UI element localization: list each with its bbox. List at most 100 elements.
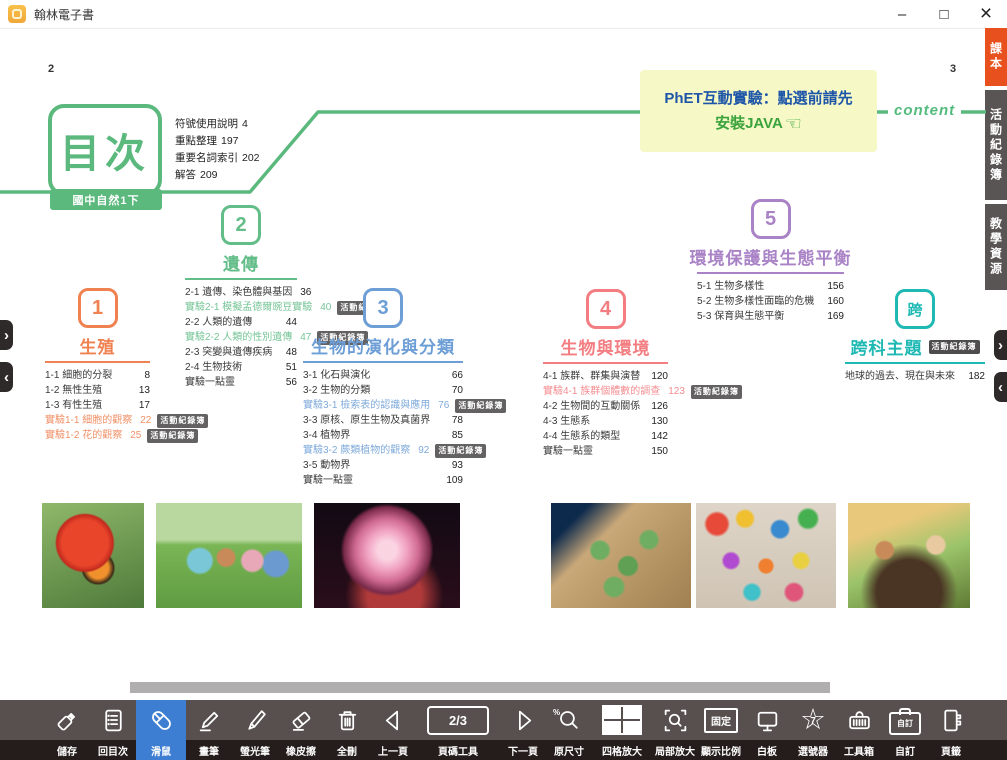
maximize-button[interactable]: □ bbox=[923, 0, 965, 28]
activity-badge[interactable]: 活動紀錄簿 bbox=[157, 414, 208, 428]
partial-zoom-button[interactable]: 局部放大 bbox=[652, 700, 698, 760]
chapter-3-number-box[interactable]: 3 bbox=[363, 288, 403, 328]
toc-item[interactable]: 4-2 生物間的互動關係126 bbox=[543, 399, 668, 414]
toc-item[interactable]: 2-2 人類的遺傳44 bbox=[185, 315, 297, 330]
custom-button[interactable]: 自訂 自訂 bbox=[882, 700, 928, 760]
toolbar-spacer bbox=[974, 700, 1007, 760]
save-button[interactable]: 儲存 bbox=[44, 700, 90, 760]
page-tab-button[interactable]: 頁籤 bbox=[928, 700, 974, 760]
front-matter-item[interactable]: 符號使用說明4 bbox=[175, 116, 260, 133]
toolbar-drag-handle[interactable] bbox=[130, 682, 830, 693]
chapter-4-title[interactable]: 生物與環境 bbox=[543, 334, 668, 359]
eraser-icon bbox=[288, 707, 315, 734]
toc-item[interactable]: 1-2 無性生殖13 bbox=[45, 383, 150, 398]
toc-title-box: 目次 bbox=[48, 104, 162, 196]
four-grid-icon bbox=[602, 705, 642, 735]
custom-case-icon: 自訂 bbox=[889, 712, 921, 735]
toc-item[interactable]: 3-5 動物界93 bbox=[303, 458, 463, 473]
toc-item[interactable]: 4-3 生態系130 bbox=[543, 414, 668, 429]
front-matter-item[interactable]: 重要名詞索引202 bbox=[175, 150, 260, 167]
chapter-3-title[interactable]: 生物的演化與分類 bbox=[303, 333, 463, 358]
toc-item[interactable]: 3-2 生物的分類70 bbox=[303, 383, 463, 398]
pen-tool-button[interactable]: 畫筆 bbox=[186, 700, 232, 760]
window-title: 翰林電子書 bbox=[34, 6, 94, 23]
chapter-5-number-box[interactable]: 5 bbox=[751, 199, 791, 239]
left-edge-prev-arrow[interactable]: ‹ bbox=[0, 362, 13, 392]
toc-item[interactable]: 1-1 細胞的分裂8 bbox=[45, 368, 150, 383]
toc-item[interactable]: 4-4 生態系的類型142 bbox=[543, 429, 668, 444]
toc-item[interactable]: 1-3 有性生殖17 bbox=[45, 398, 150, 413]
tab-activity-record-book[interactable]: 活動紀錄簿 bbox=[985, 90, 1007, 200]
original-size-button[interactable]: % 原尺寸 bbox=[546, 700, 592, 760]
partial-zoom-icon bbox=[662, 707, 689, 734]
activity-badge[interactable]: 活動紀錄簿 bbox=[691, 385, 742, 399]
previous-page-button[interactable]: 上一頁 bbox=[370, 700, 416, 760]
next-page-icon bbox=[510, 707, 537, 734]
toc-item[interactable]: 3-3 原核、原生生物及真菌界78 bbox=[303, 413, 463, 428]
mouse-tool-button[interactable]: 滑鼠 bbox=[136, 700, 186, 760]
activity-badge[interactable]: 活動紀錄簿 bbox=[455, 399, 506, 413]
activity-badge[interactable]: 活動紀錄簿 bbox=[435, 444, 486, 458]
photo-microscopic-cells bbox=[551, 503, 691, 608]
bottom-toolbar: 儲存 回目次 滑鼠 畫筆 螢光筆 橡皮擦 全刪 上一頁 bbox=[0, 700, 1007, 760]
activity-badge[interactable]: 活動紀錄簿 bbox=[929, 340, 980, 354]
eraser-tool-button[interactable]: 橡皮擦 bbox=[278, 700, 324, 760]
toc-item[interactable]: 5-1 生物多樣性156 bbox=[697, 279, 844, 294]
toc-item-experiment[interactable]: 實驗1-1 細胞的觀察22活動紀錄簿 bbox=[45, 413, 150, 428]
cross-topic-number-box[interactable]: 跨 bbox=[895, 289, 935, 329]
toc-item[interactable]: 3-4 植物界85 bbox=[303, 428, 463, 443]
delete-all-button[interactable]: 全刪 bbox=[324, 700, 370, 760]
chapter-2-title[interactable]: 遺傳 bbox=[185, 250, 297, 275]
toc-item[interactable]: 5-3 保育與生態平衡169 bbox=[697, 309, 844, 324]
chapter-1-block: 1 生殖 1-1 細胞的分裂8 1-2 無性生殖13 1-3 有性生殖17 實驗… bbox=[45, 288, 150, 443]
toc-item[interactable]: 5-2 生物多樣性面臨的危機160 bbox=[697, 294, 844, 309]
whiteboard-button[interactable]: 白板 bbox=[744, 700, 790, 760]
next-page-button[interactable]: 下一頁 bbox=[500, 700, 546, 760]
page-number-tool[interactable]: 2/3 頁碼工具 bbox=[416, 700, 500, 760]
back-to-toc-button[interactable]: 回目次 bbox=[90, 700, 136, 760]
left-edge-next-arrow[interactable]: › bbox=[0, 320, 13, 350]
tab-teaching-resources[interactable]: 教學資源 bbox=[985, 204, 1007, 290]
toc-item[interactable]: 2-4 生物技術51 bbox=[185, 360, 297, 375]
toc-item[interactable]: 3-1 化石與演化66 bbox=[303, 368, 463, 383]
cross-topic-title[interactable]: 跨科主題活動紀錄簿 bbox=[845, 334, 985, 359]
toc-item[interactable]: 實驗一點靈56 bbox=[185, 375, 297, 390]
chapter-1-number-box[interactable]: 1 bbox=[78, 288, 118, 328]
front-matter-item[interactable]: 解答209 bbox=[175, 167, 260, 184]
chapter-5-block: 5 環境保護與生態平衡 5-1 生物多樣性156 5-2 生物多樣性面臨的危機1… bbox=[697, 199, 844, 324]
toc-item-experiment[interactable]: 實驗3-1 檢索表的認識與應用76活動紀錄簿 bbox=[303, 398, 463, 413]
display-ratio-button[interactable]: 固定 顯示比例 bbox=[698, 700, 744, 760]
activity-badge[interactable]: 活動紀錄簿 bbox=[147, 429, 198, 443]
toc-item-experiment[interactable]: 實驗4-1 族群個體數的調查123活動紀錄簿 bbox=[543, 384, 668, 399]
highlighter-tool-button[interactable]: 螢光筆 bbox=[232, 700, 278, 760]
toc-item[interactable]: 2-1 遺傳、染色體與基因36 bbox=[185, 285, 297, 300]
front-matter-item[interactable]: 重點整理197 bbox=[175, 133, 260, 150]
four-grid-zoom-button[interactable]: 四格放大 bbox=[592, 700, 652, 760]
toc-item-experiment[interactable]: 實驗1-2 花的觀察25活動紀錄簿 bbox=[45, 428, 150, 443]
close-button[interactable]: × bbox=[965, 0, 1007, 28]
toolbox-icon bbox=[846, 707, 873, 734]
toc-item-experiment[interactable]: 實驗3-2 蕨類植物的觀察92活動紀錄簿 bbox=[303, 443, 463, 458]
right-edge-prev-arrow[interactable]: ‹ bbox=[994, 372, 1007, 402]
chapter-4-number-box[interactable]: 4 bbox=[586, 289, 626, 329]
toc-item-experiment[interactable]: 實驗2-2 人類的性別遺傳47活動紀錄簿 bbox=[185, 330, 297, 345]
toc-item-experiment[interactable]: 實驗2-1 模擬孟德爾豌豆實驗40活動紀錄簿 bbox=[185, 300, 297, 315]
chapter-1-underline bbox=[45, 361, 150, 363]
toc-item[interactable]: 實驗一點靈109 bbox=[303, 473, 463, 488]
minimize-button[interactable]: – bbox=[881, 0, 923, 28]
right-edge-next-arrow[interactable]: › bbox=[994, 330, 1007, 360]
toc-item[interactable]: 地球的過去、現在與未來182 bbox=[845, 369, 985, 384]
chapter-1-title[interactable]: 生殖 bbox=[45, 333, 150, 358]
toc-item[interactable]: 4-1 族群、群集與演替120 bbox=[543, 369, 668, 384]
chapter-5-title[interactable]: 環境保護與生態平衡 bbox=[697, 244, 844, 269]
tab-textbook[interactable]: 課本 bbox=[985, 28, 1007, 86]
number-picker-button[interactable]: ☆7 選號器 bbox=[790, 700, 836, 760]
toc-item[interactable]: 2-3 突變與遺傳疾病48 bbox=[185, 345, 297, 360]
toolbox-button[interactable]: 工具箱 bbox=[836, 700, 882, 760]
page-indicator[interactable]: 2/3 bbox=[427, 706, 489, 735]
photo-children-planting bbox=[848, 503, 970, 608]
chapter-2-number-box[interactable]: 2 bbox=[221, 205, 261, 245]
mouse-icon bbox=[148, 707, 175, 734]
photo-children-reading bbox=[156, 503, 302, 608]
toc-item[interactable]: 實驗一點靈150 bbox=[543, 444, 668, 459]
